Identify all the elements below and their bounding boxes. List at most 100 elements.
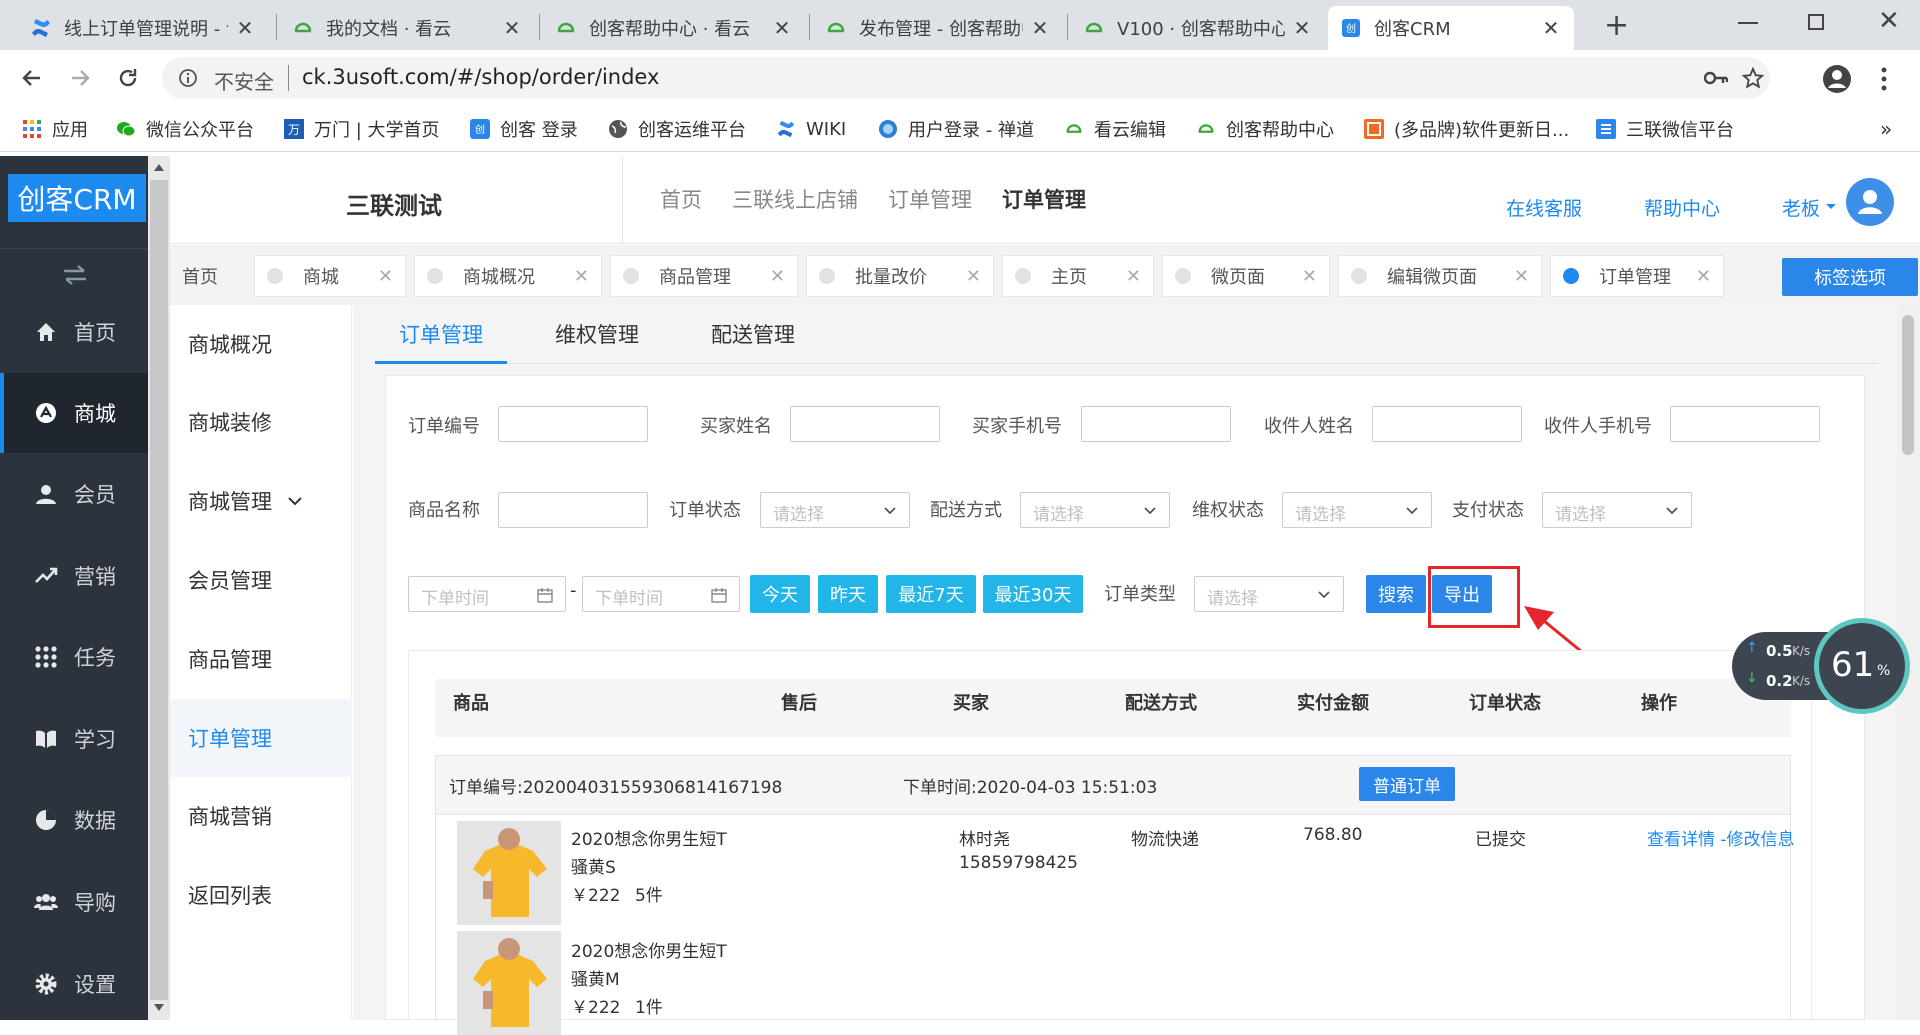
buyer-phone-input[interactable] bbox=[1081, 406, 1231, 442]
nav-item-shop[interactable]: 商城 bbox=[0, 373, 148, 453]
submenu-item[interactable]: 商城装修 bbox=[170, 383, 352, 461]
help-center-link[interactable]: 帮助中心 bbox=[1644, 194, 1720, 221]
url-text[interactable]: ck.3usoft.com/#/shop/order/index bbox=[302, 65, 659, 89]
bookmark-item[interactable]: 万 万门 | 大学首页 bbox=[284, 116, 440, 142]
nav-item-marketing[interactable]: 营销 bbox=[0, 536, 148, 616]
online-service-link[interactable]: 在线客服 bbox=[1506, 194, 1582, 221]
order-actions-link[interactable]: 查看详情 -修改信息 bbox=[1647, 825, 1795, 850]
nav-item-guide[interactable]: 导购 bbox=[0, 862, 148, 942]
submenu-item[interactable]: 商城概况 bbox=[170, 305, 352, 383]
browser-tab-active[interactable]: 创 创客CRM ✕ bbox=[1328, 6, 1574, 50]
breadcrumb-store[interactable]: 三联线上店铺 bbox=[732, 184, 858, 214]
close-icon[interactable]: ✕ bbox=[966, 266, 981, 287]
nav-item-settings[interactable]: 设置 bbox=[0, 944, 148, 1024]
bookmark-item[interactable]: 看云编辑 bbox=[1064, 116, 1166, 142]
breadcrumb-order[interactable]: 订单管理 bbox=[888, 184, 972, 214]
nav-item-task[interactable]: 任务 bbox=[0, 617, 148, 697]
bookmark-item[interactable]: 创客帮助中心 bbox=[1196, 116, 1334, 142]
submenu-item[interactable]: 返回列表 bbox=[170, 856, 352, 934]
bookmark-item[interactable]: 用户登录 - 禅道 bbox=[878, 116, 1034, 142]
reload-icon[interactable] bbox=[116, 66, 140, 90]
order-status-select[interactable]: 请选择 bbox=[760, 492, 910, 528]
bookmark-apps[interactable]: 应用 bbox=[22, 116, 88, 142]
receiver-name-input[interactable] bbox=[1372, 406, 1522, 442]
product-image[interactable] bbox=[457, 931, 561, 1035]
forward-icon[interactable] bbox=[68, 66, 92, 90]
yesterday-button[interactable]: 昨天 bbox=[818, 575, 878, 613]
browser-tab[interactable]: 线上订单管理说明 - 创客帮助中心 ✕ bbox=[18, 6, 268, 50]
receiver-phone-input[interactable] bbox=[1670, 406, 1820, 442]
tag-item-active[interactable]: 订单管理 ✕ bbox=[1550, 255, 1724, 297]
tag-item[interactable]: 商城 ✕ bbox=[254, 255, 406, 297]
close-icon[interactable]: ✕ bbox=[1302, 266, 1317, 287]
tag-item[interactable]: 商城概况 ✕ bbox=[414, 255, 602, 297]
browser-tab[interactable]: 发布管理 - 创客帮助中心 ✕ bbox=[813, 6, 1063, 50]
new-tab-button[interactable]: + bbox=[1604, 8, 1629, 43]
order-type-select[interactable]: 请选择 bbox=[1194, 576, 1344, 612]
close-icon[interactable]: ✕ bbox=[1540, 16, 1562, 40]
close-icon[interactable]: ✕ bbox=[1291, 16, 1313, 40]
pay-status-select[interactable]: 请选择 bbox=[1542, 492, 1692, 528]
user-menu[interactable]: 老板 bbox=[1782, 194, 1820, 221]
minimize-button[interactable] bbox=[1738, 22, 1758, 24]
nav-item-data[interactable]: 数据 bbox=[0, 780, 148, 860]
buyer-name-input[interactable] bbox=[790, 406, 940, 442]
tag-item[interactable]: 商品管理 ✕ bbox=[610, 255, 798, 297]
nav-item-home[interactable]: 首页 bbox=[0, 292, 148, 372]
close-icon[interactable]: ✕ bbox=[574, 266, 589, 287]
back-icon[interactable] bbox=[20, 66, 44, 90]
bookmark-item[interactable]: (多品牌)软件更新日... bbox=[1364, 116, 1569, 142]
end-date-picker[interactable]: 下单时间 bbox=[582, 576, 740, 612]
speed-gauge[interactable]: 61 % bbox=[1814, 618, 1910, 714]
star-icon[interactable] bbox=[1742, 67, 1764, 89]
tag-item[interactable]: 批量改价 ✕ bbox=[806, 255, 994, 297]
submenu-item[interactable]: 会员管理 bbox=[170, 541, 352, 619]
info-icon[interactable] bbox=[178, 68, 198, 88]
tab-order-manage[interactable]: 订单管理 bbox=[399, 319, 483, 349]
close-icon[interactable]: ✕ bbox=[234, 16, 256, 40]
tag-item[interactable]: 主页 ✕ bbox=[1002, 255, 1154, 297]
start-date-picker[interactable]: 下单时间 bbox=[408, 576, 566, 612]
tab-delivery-manage[interactable]: 配送管理 bbox=[711, 319, 795, 349]
caret-down-icon[interactable] bbox=[1825, 203, 1837, 211]
nav-item-member[interactable]: 会员 bbox=[0, 454, 148, 534]
key-icon[interactable] bbox=[1704, 68, 1728, 88]
close-icon[interactable]: ✕ bbox=[1029, 16, 1051, 40]
tag-home[interactable]: 首页 bbox=[170, 255, 245, 297]
submenu-item-active[interactable]: 订单管理 bbox=[170, 699, 352, 777]
tab-rights-manage[interactable]: 维权管理 bbox=[555, 319, 639, 349]
close-icon[interactable]: ✕ bbox=[770, 266, 785, 287]
restore-button[interactable] bbox=[1808, 14, 1824, 30]
close-icon[interactable]: ✕ bbox=[1126, 266, 1141, 287]
close-icon[interactable]: ✕ bbox=[1514, 266, 1529, 287]
omnibox[interactable]: 不安全 ck.3usoft.com/#/shop/order/index bbox=[162, 57, 1770, 99]
tag-item[interactable]: 编辑微页面 ✕ bbox=[1338, 255, 1542, 297]
search-button[interactable]: 搜索 bbox=[1366, 575, 1426, 613]
avatar[interactable] bbox=[1846, 178, 1894, 226]
browser-tab[interactable]: 创客帮助中心 · 看云 ✕ bbox=[543, 6, 805, 50]
product-image[interactable] bbox=[457, 821, 561, 925]
rights-status-select[interactable]: 请选择 bbox=[1282, 492, 1432, 528]
delivery-select[interactable]: 请选择 bbox=[1020, 492, 1170, 528]
browser-tab[interactable]: 我的文档 · 看云 ✕ bbox=[280, 6, 535, 50]
tag-options-button[interactable]: 标签选项 bbox=[1782, 258, 1918, 296]
bookmark-item[interactable]: 创 创客 登录 bbox=[470, 116, 578, 142]
bookmark-item[interactable]: WIKI bbox=[776, 116, 846, 142]
last-30-days-button[interactable]: 最近30天 bbox=[983, 575, 1083, 613]
close-icon[interactable]: ✕ bbox=[771, 16, 793, 40]
bookmark-item[interactable]: 创客运维平台 bbox=[608, 116, 746, 142]
submenu-item[interactable]: 商品管理 bbox=[170, 620, 352, 698]
product-name-input[interactable] bbox=[498, 492, 648, 528]
nav-item-learn[interactable]: 学习 bbox=[0, 699, 148, 779]
profile-icon[interactable] bbox=[1822, 64, 1852, 94]
bookmarks-more[interactable]: » bbox=[1880, 116, 1892, 142]
close-icon[interactable]: ✕ bbox=[501, 16, 523, 40]
close-icon[interactable]: ✕ bbox=[378, 266, 393, 287]
bookmark-item[interactable]: 三联微信平台 bbox=[1596, 116, 1734, 142]
today-button[interactable]: 今天 bbox=[750, 575, 810, 613]
last-7-days-button[interactable]: 最近7天 bbox=[886, 575, 976, 613]
breadcrumb-home[interactable]: 首页 bbox=[660, 184, 702, 214]
submenu-item[interactable]: 商城营销 bbox=[170, 777, 352, 855]
sidebar-scrollbar[interactable] bbox=[148, 156, 170, 1020]
more-menu-icon[interactable] bbox=[1880, 66, 1888, 92]
